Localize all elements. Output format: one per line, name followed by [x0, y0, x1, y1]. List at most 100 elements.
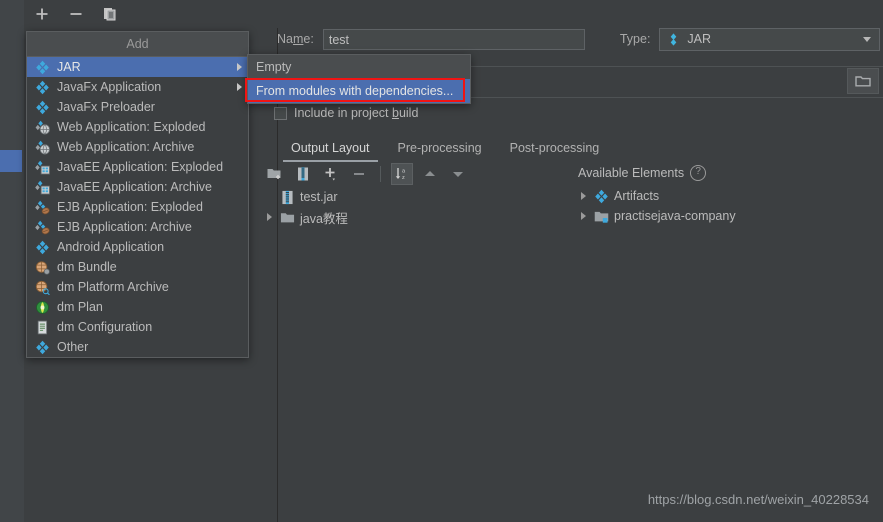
plus-dropdown-icon: [325, 168, 335, 181]
artifact-jar-icon: [671, 32, 677, 46]
available-tree-label: practisejava-company: [614, 209, 736, 223]
jar-submenu-item-list: Empty From modules with dependencies...: [248, 55, 470, 103]
add-menu-item-javafx-preloader[interactable]: JavaFx Preloader: [27, 97, 248, 117]
expand-arrow-icon[interactable]: [578, 211, 589, 222]
available-tree-row[interactable]: Artifacts: [578, 186, 736, 206]
artifacts-editor-window: Add JAR JavaFx Application JavaFx Preloade…: [0, 0, 883, 522]
type-combobox[interactable]: JAR: [659, 27, 881, 51]
dm-bundle-icon: [35, 260, 50, 275]
add-menu-item-label: Android Application: [57, 240, 165, 254]
available-tree-label: Artifacts: [614, 189, 660, 203]
artifact-jar-icon: [36, 80, 49, 94]
add-menu-item-label: EJB Application: Exploded: [57, 200, 203, 214]
add-menu-item-dm-platform-archive[interactable]: dm Platform Archive: [27, 277, 248, 297]
include-in-build-label: Include in project build: [294, 106, 419, 120]
archive-icon: [282, 190, 293, 204]
javaee-artifact-icon: [35, 180, 50, 194]
add-menu-item-web-application-archive[interactable]: Web Application: Archive: [27, 137, 248, 157]
available-tree-row[interactable]: practisejava-company: [578, 206, 736, 226]
move-up-button[interactable]: [419, 163, 441, 185]
jar-submenu: Empty From modules with dependencies...: [247, 54, 471, 104]
dm-platform-icon: [35, 280, 50, 295]
dm-plan-icon: [36, 300, 49, 314]
watermark-text: https://blog.csdn.net/weixin_40228534: [647, 492, 869, 507]
copy-icon: [104, 8, 116, 21]
output-tree-label: test.jar: [300, 190, 338, 204]
add-menu-item-dm-configuration[interactable]: dm Configuration: [27, 317, 248, 337]
add-menu-item-web-application-exploded[interactable]: Web Application: Exploded: [27, 117, 248, 137]
add-artifact-menu: Add JAR JavaFx Application JavaFx Preloade…: [26, 31, 249, 358]
jar-submenu-item-from-modules-with-dependencies[interactable]: From modules with dependencies...: [248, 79, 470, 103]
artifact-jar-icon: [36, 100, 49, 114]
add-menu-item-label: JavaEE Application: Exploded: [57, 160, 224, 174]
add-menu-item-label: dm Bundle: [57, 260, 117, 274]
plus-icon: [36, 8, 48, 20]
jar-submenu-item-empty[interactable]: Empty: [248, 55, 470, 79]
add-menu-item-android-application[interactable]: Android Application: [27, 237, 248, 257]
sort-az-icon: a z: [395, 168, 406, 181]
archive-icon: [298, 167, 308, 181]
ejb-artifact-icon: [35, 200, 50, 214]
add-artifact-button[interactable]: [32, 4, 52, 24]
add-menu-item-label: Web Application: Exploded: [57, 120, 206, 134]
name-label: Name:: [277, 32, 314, 46]
artifact-jar-icon: [36, 240, 49, 254]
available-elements-title: Available Elements: [578, 166, 685, 180]
add-menu-item-list: JAR JavaFx Application JavaFx Preloader Web…: [27, 57, 248, 357]
type-value: JAR: [687, 32, 712, 46]
expand-arrow-icon[interactable]: [578, 191, 589, 202]
name-type-row: Name: test Type: JAR: [277, 27, 883, 51]
available-elements-header: Available Elements ?: [578, 165, 707, 181]
add-menu-item-label: dm Configuration: [57, 320, 153, 334]
add-menu-item-label: dm Platform Archive: [57, 280, 169, 294]
include-in-build-checkbox[interactable]: [274, 106, 287, 120]
minus-icon: [70, 13, 82, 15]
toolbar-separator: [380, 166, 381, 182]
web-artifact-icon: [35, 140, 50, 154]
help-icon[interactable]: ?: [690, 165, 707, 181]
add-menu-item-label: Web Application: Archive: [57, 140, 195, 154]
remove-element-button[interactable]: [348, 163, 370, 185]
add-menu-item-ejb-application-exploded[interactable]: EJB Application: Exploded: [27, 197, 248, 217]
add-menu-item-javafx-application[interactable]: JavaFx Application: [27, 77, 248, 97]
svg-text:z: z: [402, 175, 405, 181]
details-tabs: Output Layout Pre-processing Post-processi…: [277, 134, 614, 162]
add-menu-item-jar[interactable]: JAR: [27, 57, 248, 77]
output-tree-row[interactable]: test.jar: [264, 187, 348, 207]
browse-output-directory-button[interactable]: [847, 68, 879, 94]
artifact-jar-icon: [595, 189, 608, 203]
add-menu-item-label: JavaFx Application: [57, 80, 162, 94]
add-copy-of-button[interactable]: [320, 163, 342, 185]
add-menu-item-javaee-application-archive[interactable]: JavaEE Application: Archive: [27, 177, 248, 197]
add-menu-item-other[interactable]: Other: [27, 337, 248, 357]
add-menu-item-label: EJB Application: Archive: [57, 220, 192, 234]
create-directory-button[interactable]: [264, 163, 286, 185]
left-edge-strip: [0, 0, 24, 522]
artifact-jar-icon: [36, 60, 49, 74]
background-selected-row-indicator: [0, 150, 22, 172]
output-layout-tree: test.jar java教程: [264, 187, 348, 227]
include-in-build-row[interactable]: Include in project build: [274, 106, 418, 120]
add-menu-title: Add: [27, 32, 248, 57]
folder-open-icon: [855, 76, 871, 87]
add-menu-item-dm-plan[interactable]: dm Plan: [27, 297, 248, 317]
create-archive-button[interactable]: [292, 163, 314, 185]
sort-button[interactable]: a z: [391, 163, 413, 185]
tab-pre-processing[interactable]: Pre-processing: [384, 136, 496, 160]
move-down-button[interactable]: [447, 163, 469, 185]
add-menu-item-label: JavaFx Preloader: [57, 100, 155, 114]
name-input[interactable]: test: [322, 28, 585, 50]
remove-artifact-button[interactable]: [66, 4, 86, 24]
add-menu-item-ejb-application-archive[interactable]: EJB Application: Archive: [27, 217, 248, 237]
submenu-arrow-icon: [237, 63, 242, 71]
artifact-jar-icon: [36, 340, 49, 354]
svg-text:a: a: [402, 168, 406, 174]
expand-arrow-icon[interactable]: [264, 212, 275, 223]
output-tree-row[interactable]: java教程: [264, 207, 348, 227]
tab-post-processing[interactable]: Post-processing: [496, 136, 614, 160]
javaee-artifact-icon: [35, 160, 50, 174]
copy-artifact-button[interactable]: [100, 4, 120, 24]
add-menu-item-javaee-application-exploded[interactable]: JavaEE Application: Exploded: [27, 157, 248, 177]
add-menu-item-dm-bundle[interactable]: dm Bundle: [27, 257, 248, 277]
tab-output-layout[interactable]: Output Layout: [277, 136, 384, 162]
